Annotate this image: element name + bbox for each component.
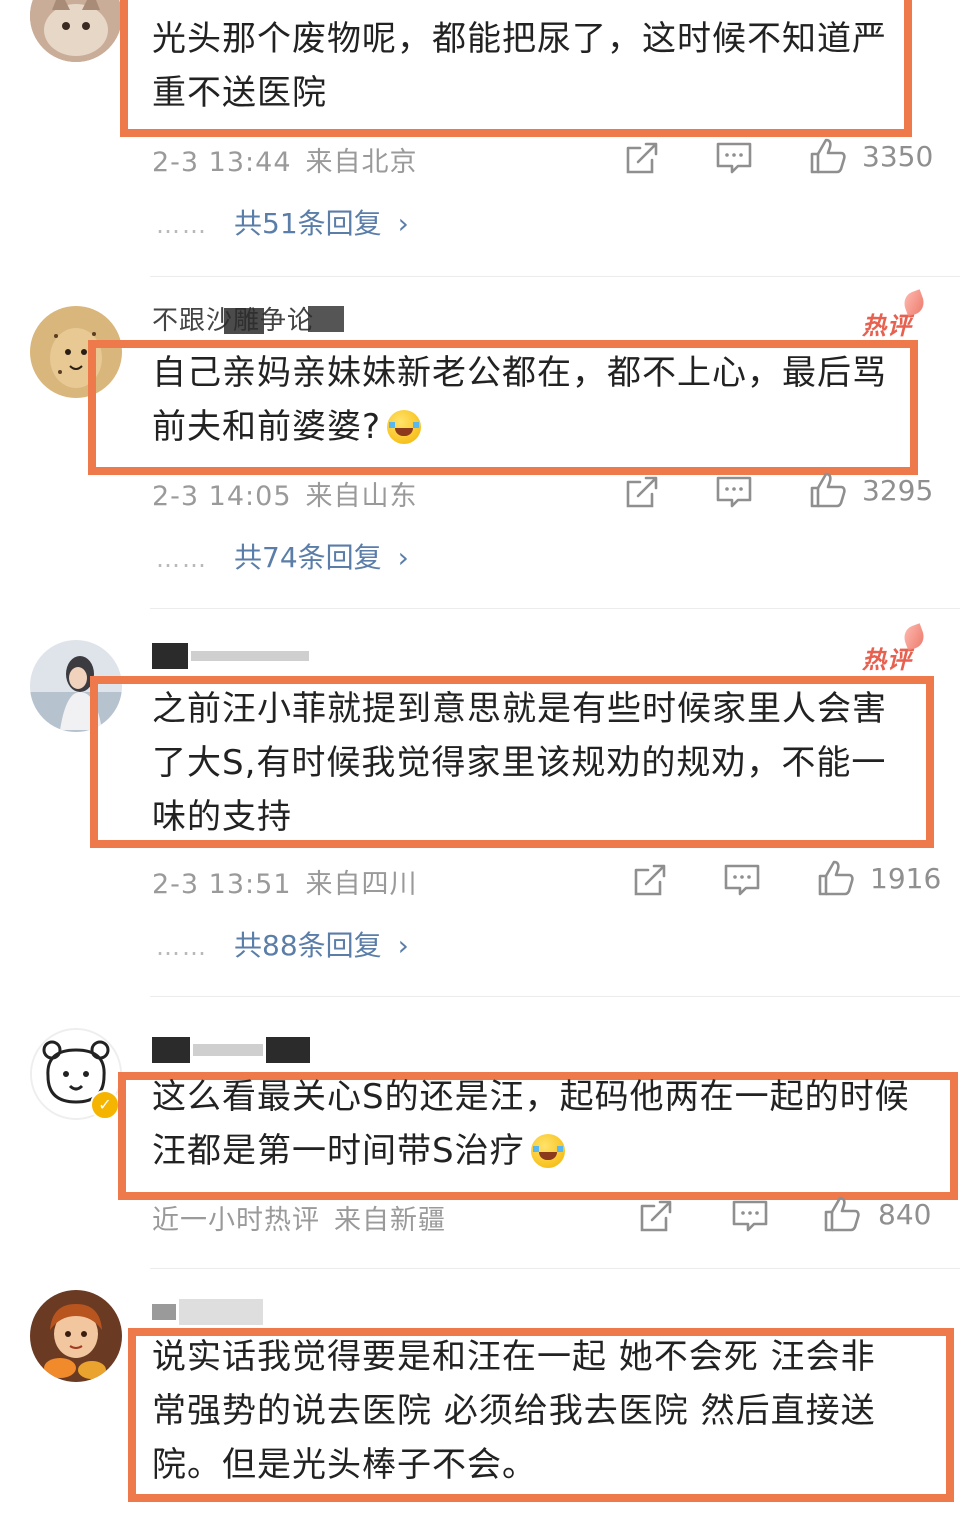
verified-badge-icon: ✓	[90, 1090, 120, 1120]
username-redaction	[191, 650, 309, 661]
comment-meta: 2-3 13:51 来自四川	[152, 862, 418, 901]
hot-comment-badge: 热评	[862, 623, 928, 675]
like-thumb-icon[interactable]	[808, 470, 848, 510]
avatar[interactable]	[30, 1290, 122, 1382]
comment-text: 说实话我觉得要是和汪在一起 她不会死 汪会非 常强势的说去医院 必须给我去医院 …	[152, 1337, 876, 1485]
username-redaction	[179, 1298, 263, 1325]
username-redaction	[193, 1043, 263, 1056]
username-redaction	[152, 1036, 190, 1063]
username[interactable]	[152, 1034, 313, 1064]
laughing-tears-emoji-icon	[387, 410, 422, 444]
comment-icon[interactable]	[714, 138, 754, 178]
comment-text: 这么看最关心S的还是汪，起码他两在一起的时候 汪都是第一时间带S治疗	[152, 1070, 910, 1178]
reply-dots: ……	[156, 545, 208, 573]
avatar[interactable]	[30, 0, 122, 62]
comment-text-body: 自己亲妈亲妹妹新老公都在，都不上心，最后骂 前夫和前婆婆?	[152, 353, 887, 447]
comment-meta: 2-3 14:05 来自山东	[152, 474, 418, 513]
hot-comment-label: 热评	[862, 646, 912, 674]
like-thumb-icon[interactable]	[822, 1194, 862, 1234]
comment-meta: 近一小时热评 来自新疆	[152, 1198, 446, 1237]
reply-count-label: 共74条回复	[234, 541, 382, 574]
username[interactable]	[152, 640, 312, 670]
share-icon[interactable]	[622, 138, 662, 178]
comment-time: 2-3 13:44	[152, 147, 292, 178]
comment-location: 来自四川	[305, 869, 418, 900]
view-replies-link[interactable]: …… 共88条回复 ›	[156, 924, 409, 964]
comment-text: 自己亲妈亲妹妹新老公都在，都不上心，最后骂 前夫和前婆婆?	[152, 346, 887, 454]
divider	[150, 996, 960, 997]
reply-count-label: 共51条回复	[234, 207, 382, 240]
comment-icon[interactable]	[722, 860, 762, 900]
like-thumb-icon[interactable]	[808, 136, 848, 176]
divider	[150, 1268, 960, 1269]
hot-comment-label: 热评	[862, 312, 912, 340]
comment-location: 来自山东	[305, 481, 418, 512]
comment-time: 近一小时热评	[152, 1205, 320, 1236]
username-redaction	[152, 642, 188, 669]
reply-dots: ……	[156, 933, 208, 961]
like-count: 1916	[870, 862, 942, 895]
chevron-right-icon: ›	[397, 207, 409, 240]
comment-time: 2-3 14:05	[152, 481, 292, 512]
share-icon[interactable]	[636, 1196, 676, 1236]
reply-count-label: 共88条回复	[234, 929, 382, 962]
comment-time: 2-3 13:51	[152, 869, 292, 900]
comment-location: 来自北京	[305, 147, 418, 178]
like-count: 3350	[862, 140, 934, 173]
view-replies-link[interactable]: …… 共51条回复 ›	[156, 202, 409, 242]
comment-icon[interactable]	[730, 1196, 770, 1236]
view-replies-link[interactable]: …… 共74条回复 ›	[156, 536, 409, 576]
share-icon[interactable]	[630, 860, 670, 900]
comment-meta: 2-3 13:44 来自北京	[152, 140, 418, 179]
chevron-right-icon: ›	[397, 541, 409, 574]
username-redaction	[266, 1036, 310, 1063]
comment-text: 光头那个废物呢，都能把尿了，这时候不知道严 重不送医院	[152, 19, 887, 113]
crying-emoji-icon	[530, 1134, 565, 1168]
like-thumb-icon[interactable]	[816, 858, 856, 898]
username-redaction	[224, 308, 264, 334]
comment-text: 之前汪小菲就提到意思就是有些时候家里人会害 了大S,有时候我觉得家里该规劝的规劝…	[152, 689, 887, 837]
comment-icon[interactable]	[714, 472, 754, 512]
username[interactable]	[152, 1296, 266, 1326]
reply-dots: ……	[156, 211, 208, 239]
chevron-right-icon: ›	[397, 929, 409, 962]
like-count: 840	[878, 1198, 932, 1231]
username-redaction	[308, 306, 344, 332]
divider	[150, 608, 960, 609]
comment-text-body: 这么看最关心S的还是汪，起码他两在一起的时候 汪都是第一时间带S治疗	[152, 1077, 910, 1171]
divider	[150, 276, 960, 277]
share-icon[interactable]	[622, 472, 662, 512]
like-count: 3295	[862, 474, 934, 507]
comment-location: 来自新疆	[334, 1205, 446, 1236]
hot-comment-badge: 热评	[862, 289, 928, 341]
username-redaction	[152, 1303, 176, 1320]
